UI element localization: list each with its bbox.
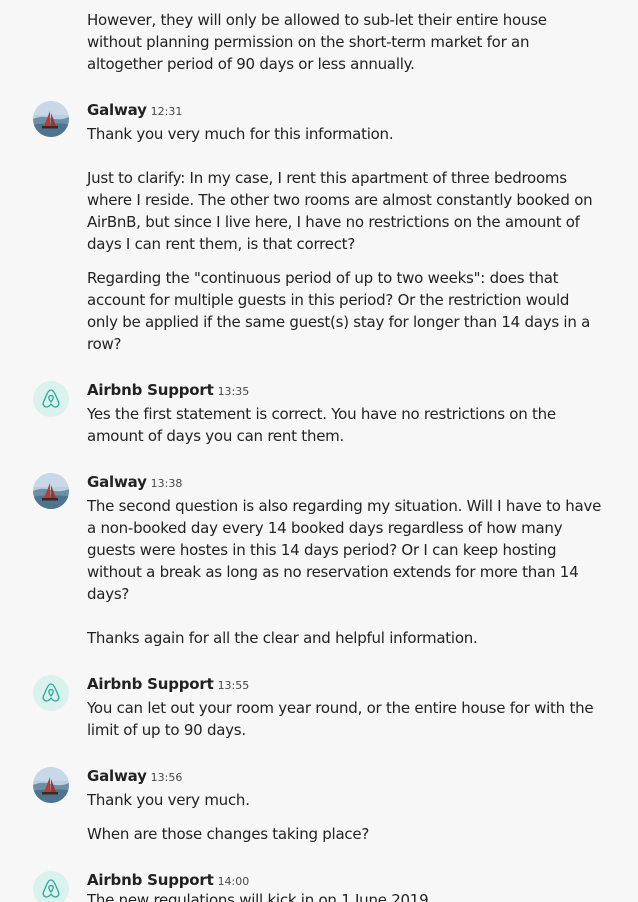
message-line: The new regulations will kick in on 1 Ju… [87, 891, 429, 902]
message-line: a non-booked day every 14 booked days re… [87, 519, 563, 537]
message-timestamp: 13:38 [150, 477, 183, 490]
airbnb-logo-icon [42, 389, 60, 408]
message-line: guests were hostes in this 14 days perio… [87, 541, 557, 559]
avatar-airbnb-support[interactable] [33, 675, 69, 711]
sender-name[interactable]: Airbnb Support [87, 871, 214, 889]
message-timestamp: 14:00 [217, 875, 250, 888]
message-thread-viewport[interactable]: However, they will only be allowed to su… [0, 0, 638, 902]
message-line: limit of up to 90 days. [87, 721, 246, 739]
sender-name[interactable]: Galway [87, 473, 147, 491]
message-line: without a break as long as no reservatio… [87, 563, 579, 581]
message-timestamp: 13:56 [150, 771, 183, 784]
avatar-airbnb-support[interactable] [33, 871, 69, 902]
message-line: row? [87, 335, 122, 353]
message-line: account for multiple guests in this peri… [87, 291, 570, 309]
message-timestamp: 13:55 [217, 679, 250, 692]
message-line: days I can rent them, is that correct? [87, 235, 356, 253]
message-header: Airbnb Support 13:35 [87, 380, 249, 400]
message-line: only be applied if the same guest(s) sta… [87, 313, 591, 331]
message-line: You can let out your room year round, or… [87, 699, 594, 717]
sailboat-photo-icon [33, 473, 69, 509]
message-header: Airbnb Support 14:00 [87, 870, 249, 890]
avatar-galway[interactable] [33, 473, 69, 509]
message-timestamp: 12:31 [150, 105, 183, 118]
message-line: where I reside. The other two rooms are … [87, 191, 593, 209]
sender-name[interactable]: Galway [87, 101, 147, 119]
airbnb-logo-icon [42, 683, 60, 702]
message-timestamp: 13:35 [217, 385, 250, 398]
avatar-galway[interactable] [33, 101, 69, 137]
sailboat-photo-icon [33, 767, 69, 803]
message-header: Galway 12:31 [87, 100, 182, 120]
message-header: Galway 13:56 [87, 766, 182, 786]
message-line: AirBnB, but since I live here, I have no… [87, 213, 580, 231]
message-line: altogether period of 90 days or less ann… [87, 55, 415, 73]
message-line: However, they will only be allowed to su… [87, 11, 547, 29]
avatar-galway[interactable] [33, 767, 69, 803]
message-line: Just to clarify: In my case, I rent this… [87, 169, 567, 187]
message-line: amount of days you can rent them. [87, 427, 345, 445]
message-line: Regarding the "continuous period of up t… [87, 269, 559, 287]
message-line: When are those changes taking place? [87, 825, 370, 843]
message-header: Galway 13:38 [87, 472, 182, 492]
sender-name[interactable]: Airbnb Support [87, 675, 214, 693]
message-line: without planning permission on the short… [87, 33, 530, 51]
sender-name[interactable]: Galway [87, 767, 147, 785]
avatar-airbnb-support[interactable] [33, 381, 69, 417]
message-line: The second question is also regarding my… [87, 497, 602, 515]
sailboat-photo-icon [33, 101, 69, 137]
message-line: Yes the first statement is correct. You … [87, 405, 556, 423]
message-line: Thanks again for all the clear and helpf… [87, 629, 478, 647]
message-line: Thank you very much for this information… [87, 125, 394, 143]
message-header: Airbnb Support 13:55 [87, 674, 249, 694]
airbnb-logo-icon [42, 879, 60, 898]
sender-name[interactable]: Airbnb Support [87, 381, 214, 399]
message-line: days? [87, 585, 130, 603]
message-line: Thank you very much. [87, 791, 250, 809]
